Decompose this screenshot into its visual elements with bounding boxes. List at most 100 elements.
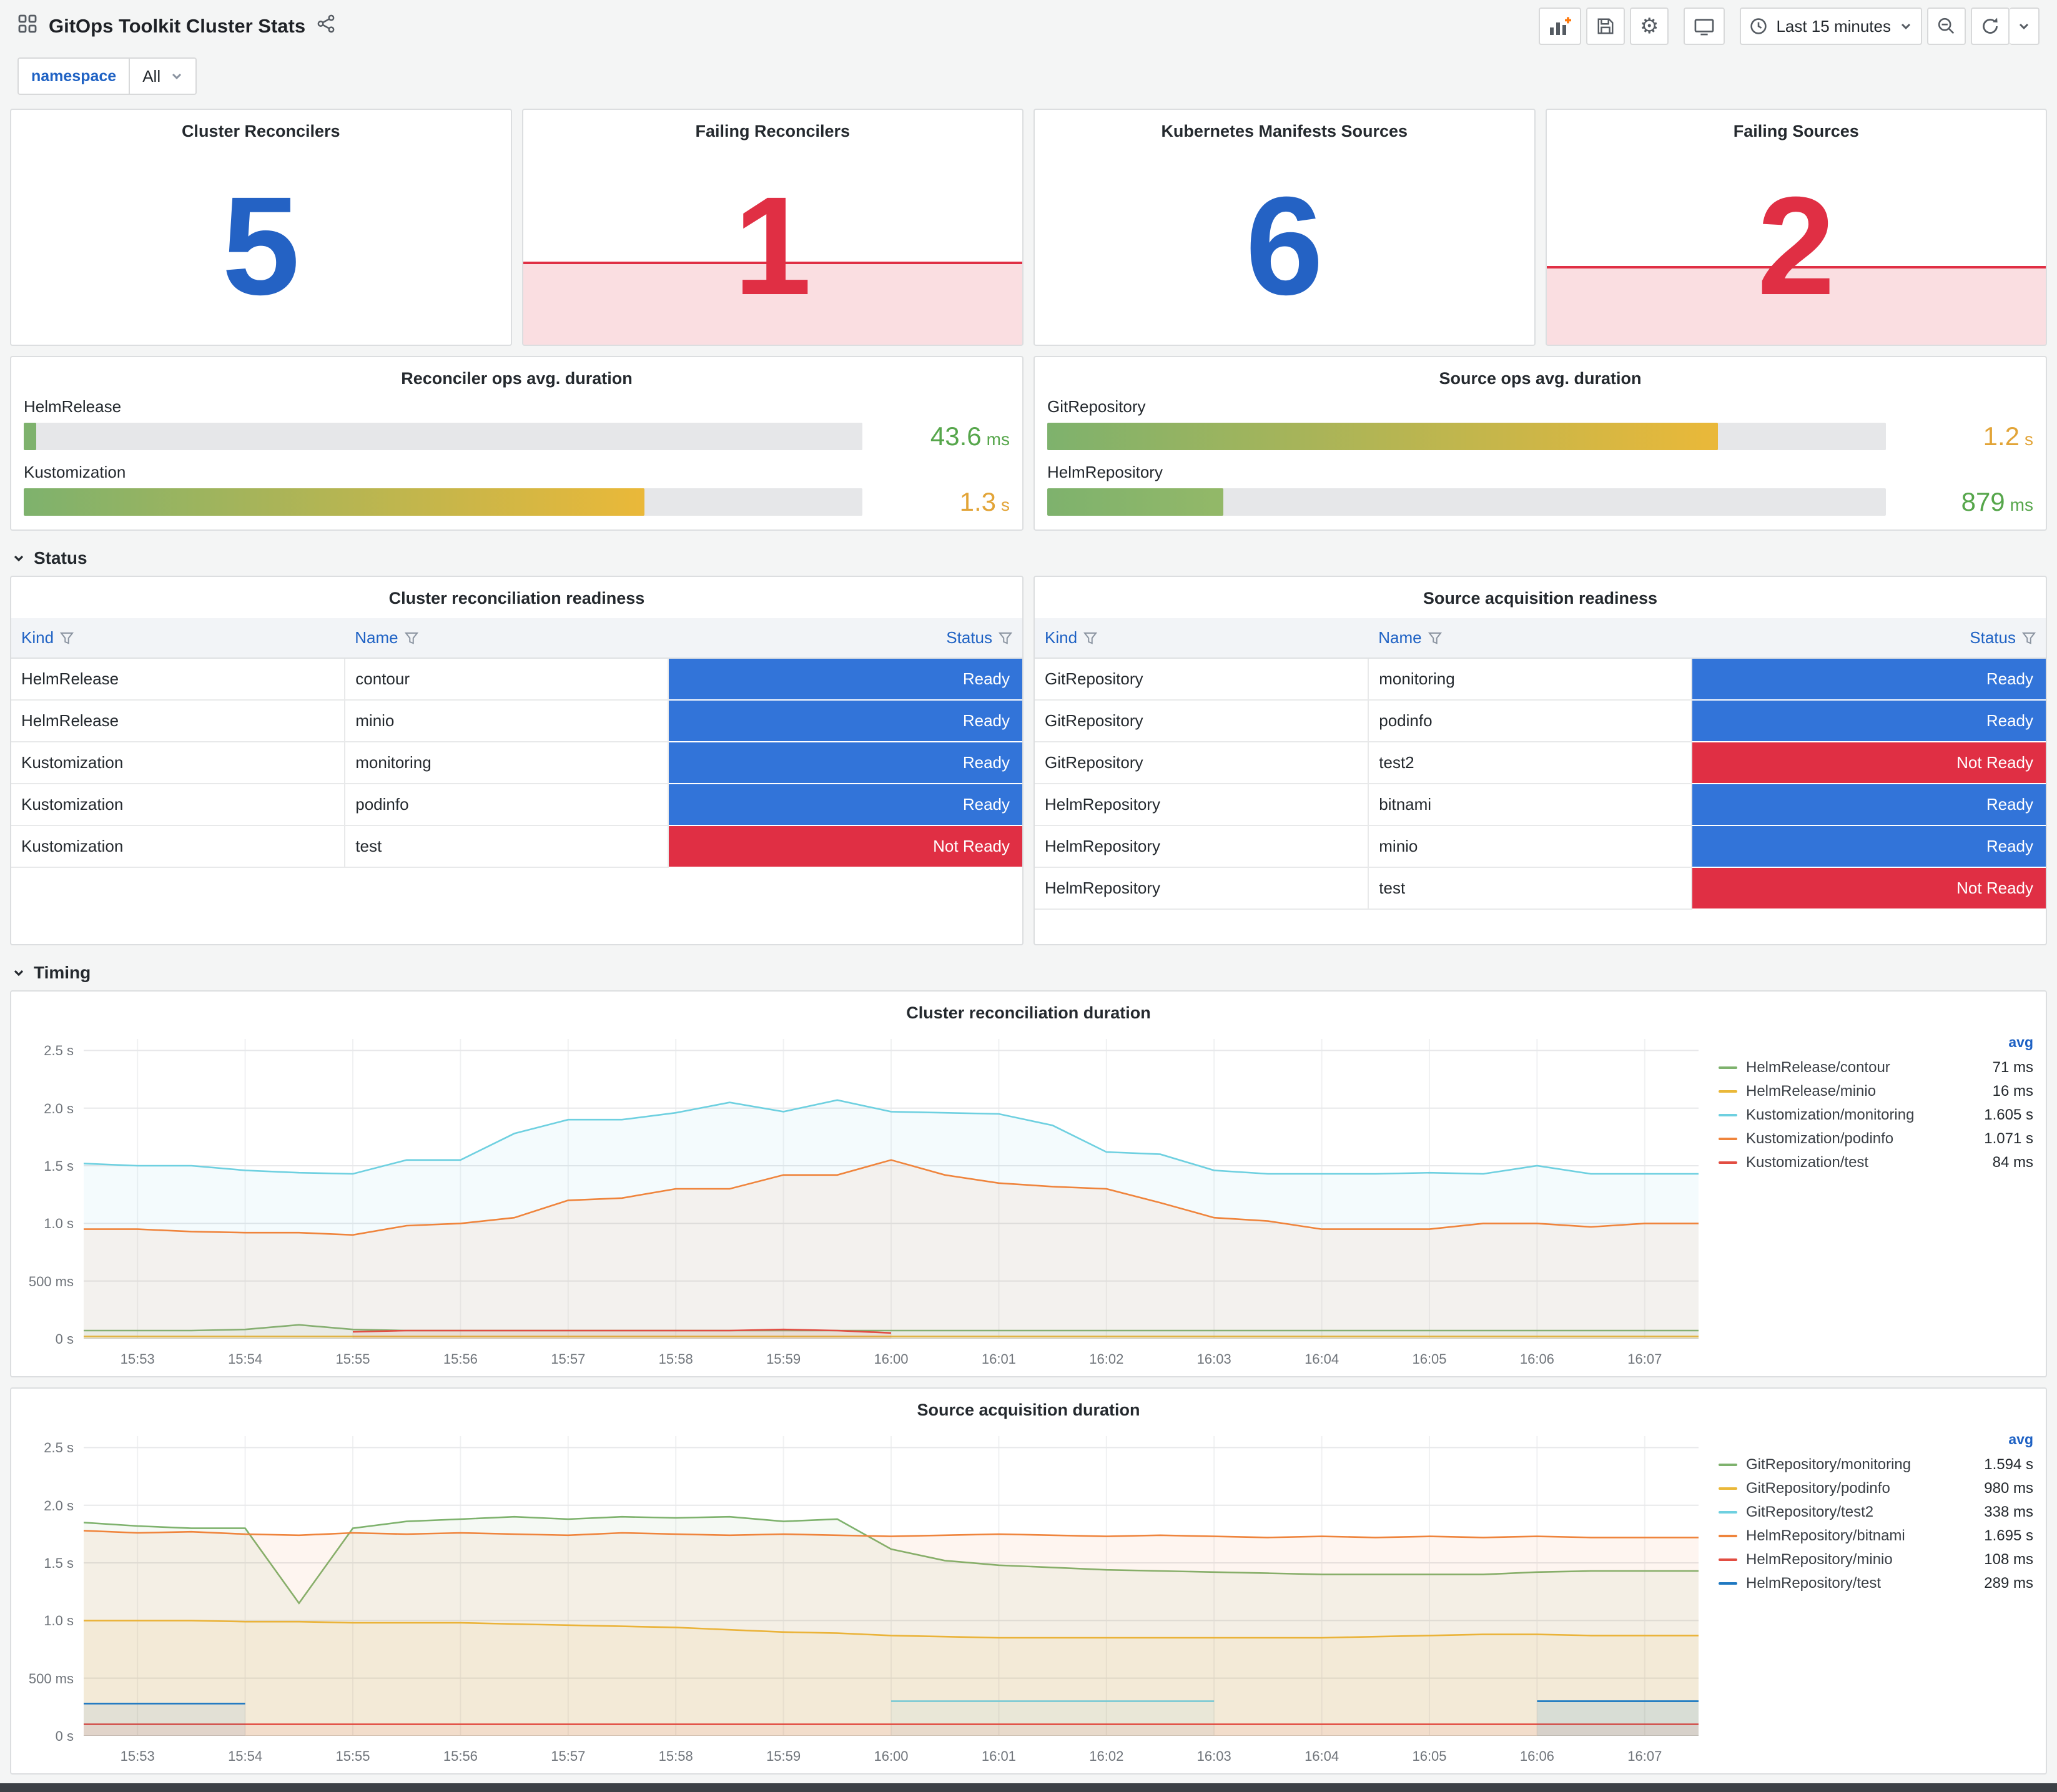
x-axis-label: 15:53 <box>120 1748 155 1764</box>
panel-title[interactable]: Cluster reconciliation duration <box>11 997 2046 1029</box>
chevron-down-icon <box>172 73 182 80</box>
chart-panel-source-acquisition: Source acquisition duration 0 s 500 ms 1.0… <box>10 1387 2047 1775</box>
column-header-kind[interactable]: Kind <box>11 618 345 659</box>
x-axis-label: 15:56 <box>443 1748 478 1764</box>
cell-status: Ready <box>668 784 1022 826</box>
filter-icon[interactable] <box>1083 632 1098 644</box>
panel-title[interactable]: Source acquisition duration <box>11 1394 2046 1426</box>
table-row: HelmRepository test Not Ready <box>1035 867 2046 910</box>
clock-icon <box>1750 18 1767 34</box>
cell-kind: Kustomization <box>11 825 346 868</box>
bar-fill <box>24 423 37 450</box>
panel-title[interactable]: Cluster Reconcilers <box>11 115 511 147</box>
legend-item[interactable]: GitRepository/podinfo 980 ms <box>1719 1477 2033 1500</box>
series-avg-value: 16 ms <box>1992 1083 2033 1100</box>
x-axis-label: 16:05 <box>1412 1351 1447 1367</box>
panel-title[interactable]: Failing Sources <box>1547 115 2046 147</box>
column-header-status[interactable]: Status <box>668 618 1022 659</box>
legend-item[interactable]: GitRepository/monitoring 1.594 s <box>1719 1453 2033 1477</box>
legend-item[interactable]: HelmRelease/contour 71 ms <box>1719 1056 2033 1080</box>
refresh-interval-dropdown[interactable] <box>2010 7 2040 45</box>
legend-item[interactable]: HelmRepository/minio 108 ms <box>1719 1548 2033 1572</box>
add-panel-button[interactable] <box>1538 7 1581 45</box>
y-axis-label: 2.0 s <box>44 1100 74 1116</box>
column-header-name[interactable]: Name <box>345 618 669 659</box>
section-title: Timing <box>34 963 91 982</box>
save-button[interactable] <box>1586 7 1625 45</box>
section-timing[interactable]: Timing <box>10 955 2047 990</box>
series-color-key <box>1719 1582 1737 1585</box>
panel-title[interactable]: Source acquisition readiness <box>1035 582 2046 614</box>
legend-item[interactable]: Kustomization/monitoring 1.605 s <box>1719 1103 2033 1127</box>
tv-icon <box>1695 19 1714 36</box>
panel-title[interactable]: Cluster reconciliation readiness <box>11 582 1022 614</box>
legend-item[interactable]: Kustomization/podinfo 1.071 s <box>1719 1127 2033 1151</box>
cell-name: minio <box>345 700 669 742</box>
cell-status: Ready <box>668 742 1022 784</box>
series-name: Kustomization/monitoring <box>1746 1106 1915 1123</box>
series-color-key <box>1719 1511 1737 1514</box>
legend-item[interactable]: HelmRelease/minio 16 ms <box>1719 1080 2033 1103</box>
timeseries-plot[interactable] <box>83 1039 1699 1339</box>
y-axis-label: 0 s <box>55 1331 74 1347</box>
stat-panel-k8s-manifests-sources: Kubernetes Manifests Sources 6 <box>1033 109 1536 346</box>
cell-name: minio <box>1368 825 1693 868</box>
filter-icon[interactable] <box>1428 632 1442 644</box>
series-avg-value: 980 ms <box>1984 1480 2033 1497</box>
gauge-panel-source-ops: Source ops avg. duration GitRepository 1… <box>1033 356 2047 531</box>
panel-title[interactable]: Reconciler ops avg. duration <box>11 362 1022 395</box>
y-axis-label: 1.5 s <box>44 1555 74 1572</box>
cell-status: Ready <box>1692 784 2046 826</box>
x-axis-label: 15:59 <box>766 1351 801 1367</box>
cell-status: Ready <box>668 658 1022 701</box>
column-header-name[interactable]: Name <box>1368 618 1692 659</box>
x-axis-label: 15:54 <box>228 1351 263 1367</box>
y-axis-label: 0 s <box>55 1728 74 1744</box>
cell-kind: Kustomization <box>11 742 346 784</box>
settings-button[interactable]: ⚙ <box>1629 7 1669 45</box>
cell-kind: HelmRepository <box>1035 867 1369 910</box>
legend-item[interactable]: GitRepository/test2 338 ms <box>1719 1500 2033 1524</box>
panel-title[interactable]: Kubernetes Manifests Sources <box>1035 115 1534 147</box>
legend-item[interactable]: HelmRepository/test 289 ms <box>1719 1572 2033 1595</box>
series-color-key <box>1719 1138 1737 1140</box>
refresh-button[interactable] <box>1971 7 2010 45</box>
x-axis-label: 16:05 <box>1412 1748 1447 1764</box>
series-name: GitRepository/test2 <box>1746 1504 1874 1520</box>
cell-status: Not Ready <box>1692 867 2046 910</box>
time-range-picker[interactable]: Last 15 minutes <box>1740 7 1922 45</box>
x-axis-label: 16:04 <box>1305 1748 1339 1764</box>
variable-value-dropdown[interactable]: All <box>130 57 197 95</box>
timeseries-plot[interactable] <box>83 1436 1699 1736</box>
zoom-out-button[interactable] <box>1927 7 1966 45</box>
cycle-view-button[interactable] <box>1684 7 1725 45</box>
series-avg-value: 1.594 s <box>1984 1456 2033 1473</box>
filter-icon[interactable] <box>998 632 1013 644</box>
column-header-status[interactable]: Status <box>1692 618 2046 659</box>
column-header-kind[interactable]: Kind <box>1035 618 1369 659</box>
panel-title[interactable]: Source ops avg. duration <box>1035 362 2046 395</box>
y-axis: 0 s 500 ms 1.0 s 1.5 s 2.0 s 2.5 s <box>21 1039 74 1347</box>
cell-kind: HelmRepository <box>1035 825 1369 868</box>
bar-label: HelmRepository <box>1047 463 1163 481</box>
section-status[interactable]: Status <box>10 541 2047 576</box>
bar-track <box>1047 423 1886 450</box>
chart-panel-cluster-reconciliation: Cluster reconciliation duration 0 s 500 m… <box>10 990 2047 1377</box>
table-row: HelmRepository bitnami Ready <box>1035 784 2046 826</box>
panel-title[interactable]: Failing Reconcilers <box>523 115 1023 147</box>
bar-label: GitRepository <box>1047 397 1146 416</box>
share-icon[interactable] <box>317 14 335 38</box>
gauge-panel-reconciler-ops: Reconciler ops avg. duration HelmRelease… <box>10 356 1024 531</box>
filter-icon[interactable] <box>59 632 74 644</box>
dashboard-title[interactable]: GitOps Toolkit Cluster Stats <box>49 15 305 37</box>
series-color-key <box>1719 1161 1737 1164</box>
x-axis-label: 15:57 <box>551 1748 586 1764</box>
gauge-row: Reconciler ops avg. duration HelmRelease… <box>10 356 2047 531</box>
legend-item[interactable]: HelmRepository/bitnami 1.695 s <box>1719 1524 2033 1548</box>
filter-icon[interactable] <box>404 632 418 644</box>
variable-label-namespace: namespace <box>17 57 131 95</box>
legend-item[interactable]: Kustomization/test 84 ms <box>1719 1151 2033 1174</box>
filter-icon[interactable] <box>2021 632 2036 644</box>
x-axis-label: 15:55 <box>335 1351 370 1367</box>
stat-value: 6 <box>1245 168 1324 324</box>
